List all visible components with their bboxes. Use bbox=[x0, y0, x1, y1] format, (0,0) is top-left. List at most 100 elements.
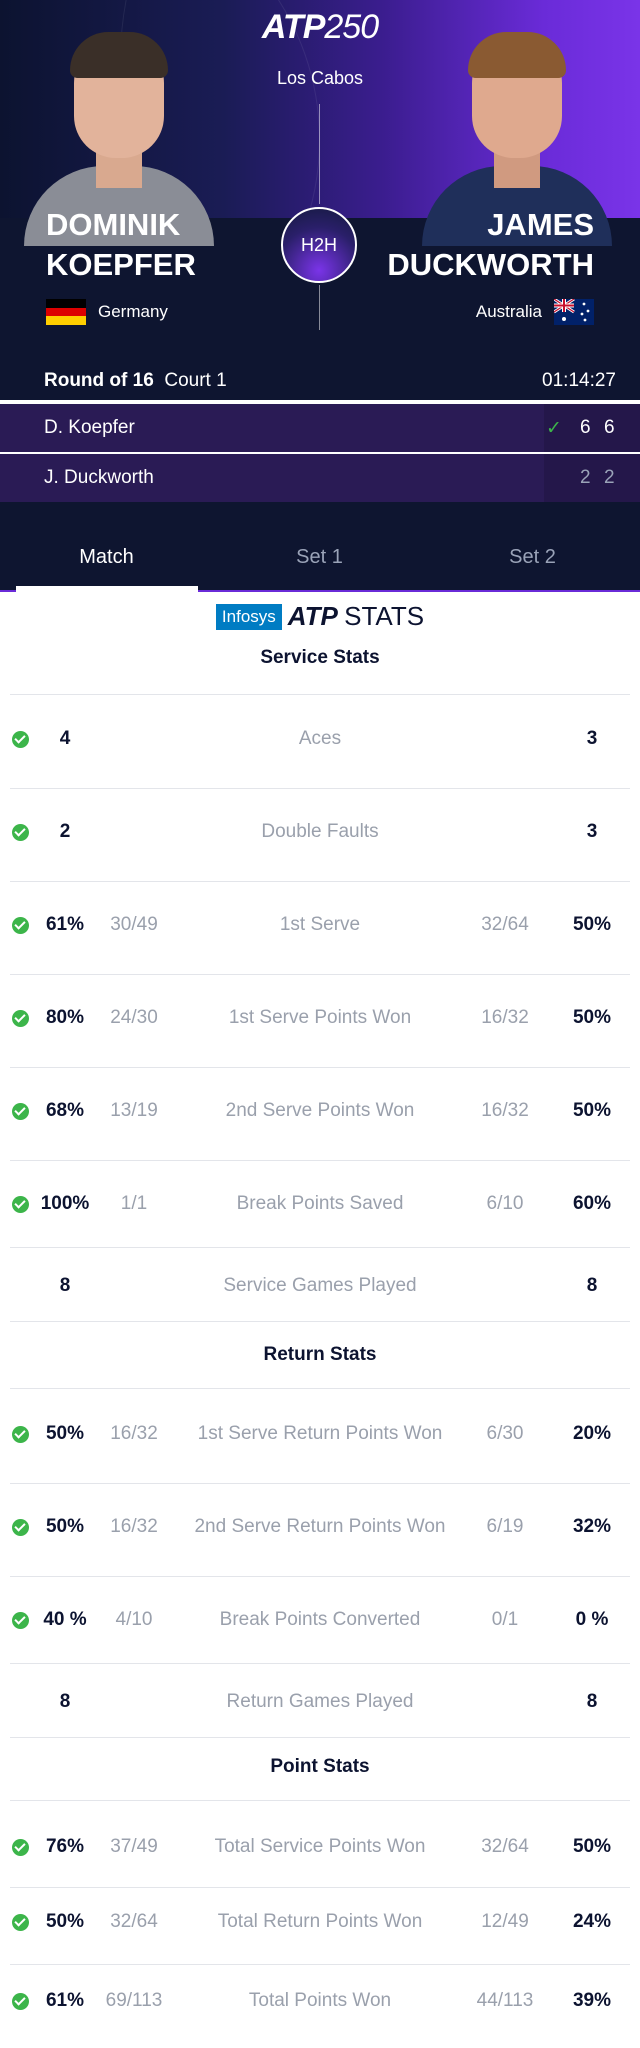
stat-label: Aces bbox=[298, 728, 342, 749]
australia-flag-icon bbox=[553, 297, 594, 325]
player1-stat-fraction: 1/1 bbox=[120, 1193, 148, 1214]
player2-first-name[interactable]: JAMES bbox=[487, 205, 594, 245]
stat-row: 61% 69/113 Total Points Won 44/113 39% bbox=[0, 1988, 640, 2018]
match-header: ATP250 Los Cabos H2H DOMINIK KOEPFER JAM… bbox=[0, 0, 640, 400]
active-tab-indicator bbox=[16, 586, 198, 592]
row-divider bbox=[10, 1964, 630, 1965]
tab-set-2[interactable]: Set 2 bbox=[426, 546, 639, 569]
player1-last-name[interactable]: KOEPFER bbox=[46, 245, 196, 285]
player2-stat-value: 3 bbox=[586, 821, 598, 842]
tabs-spacer bbox=[0, 502, 640, 528]
match-tabs: Match Set 1 Set 2 bbox=[0, 528, 640, 592]
stat-label: 1st Serve bbox=[279, 914, 361, 935]
player2-stat-value: 0 % bbox=[575, 1609, 609, 1630]
player2-stat-value: 60% bbox=[572, 1193, 612, 1214]
player2-stat-fraction: 6/10 bbox=[486, 1193, 524, 1214]
leader-check-icon bbox=[12, 1196, 29, 1213]
stat-row: 8 Service Games Played 8 bbox=[0, 1273, 640, 1303]
player1-stat-fraction: 69/113 bbox=[105, 1990, 163, 2011]
h2h-button[interactable]: H2H bbox=[281, 207, 357, 283]
stat-row: 8 Return Games Played 8 bbox=[0, 1689, 640, 1719]
stat-label: Total Return Points Won bbox=[217, 1911, 423, 1932]
stat-row: 40 % 4/10 Break Points Converted 0/1 0 % bbox=[0, 1607, 640, 1637]
score-cells bbox=[544, 454, 640, 502]
player2-stat-fraction: 44/113 bbox=[476, 1990, 534, 2011]
row-divider bbox=[10, 1887, 630, 1888]
row-divider bbox=[10, 694, 630, 695]
leader-check-icon bbox=[12, 1519, 29, 1536]
row-divider bbox=[10, 974, 630, 975]
player1-stat-fraction: 4/10 bbox=[115, 1609, 153, 1630]
row-divider bbox=[10, 1800, 630, 1801]
row-divider bbox=[10, 788, 630, 789]
player1-stat-fraction: 32/64 bbox=[110, 1911, 158, 1932]
player2-set2-score: 2 bbox=[604, 467, 615, 488]
center-divider bbox=[319, 104, 320, 204]
leader-check-icon bbox=[12, 1839, 29, 1856]
score-row-player1[interactable]: D. Koepfer ✓ 6 6 bbox=[0, 404, 640, 452]
center-divider bbox=[319, 285, 320, 330]
player1-stat-value: 76% bbox=[45, 1836, 85, 1857]
tab-match[interactable]: Match bbox=[0, 546, 213, 569]
leader-check-icon bbox=[12, 1010, 29, 1027]
leader-check-icon bbox=[12, 1612, 29, 1629]
row-divider bbox=[10, 1483, 630, 1484]
match-round: Round of 16 Court 1 bbox=[44, 370, 227, 391]
player1-stat-fraction: 24/30 bbox=[110, 1007, 158, 1028]
player1-stat-value: 4 bbox=[59, 728, 71, 749]
section-title-service: Service Stats bbox=[260, 647, 380, 668]
stat-row: 100% 1/1 Break Points Saved 6/10 60% bbox=[0, 1191, 640, 1221]
player1-stat-value: 80% bbox=[45, 1007, 85, 1028]
player2-stat-fraction: 16/32 bbox=[481, 1100, 529, 1121]
player1-stat-fraction: 37/49 bbox=[110, 1836, 158, 1857]
row-divider bbox=[10, 1737, 630, 1738]
row-divider bbox=[10, 1663, 630, 1664]
player2-set1-score: 2 bbox=[580, 467, 591, 488]
infosys-atp-stats-logo: Infosys ATP STATS bbox=[0, 601, 640, 631]
leader-check-icon bbox=[12, 917, 29, 934]
row-divider bbox=[10, 1321, 630, 1322]
player2-stat-fraction: 16/32 bbox=[481, 1007, 529, 1028]
leader-check-icon bbox=[12, 731, 29, 748]
stat-label: Break Points Saved bbox=[236, 1193, 404, 1214]
player2-last-name[interactable]: DUCKWORTH bbox=[387, 245, 594, 285]
player2-stat-value: 24% bbox=[572, 1911, 612, 1932]
match-duration: 01:14:27 bbox=[542, 370, 616, 391]
stat-row: 80% 24/30 1st Serve Points Won 16/32 50% bbox=[0, 1005, 640, 1035]
player1-stat-value: 8 bbox=[59, 1691, 71, 1712]
player1-stat-value: 68% bbox=[45, 1100, 85, 1121]
row-divider bbox=[10, 1247, 630, 1248]
match-court: Court 1 bbox=[164, 370, 227, 391]
player2-stat-fraction: 6/30 bbox=[486, 1423, 524, 1444]
stat-label: 1st Serve Points Won bbox=[228, 1007, 412, 1028]
row-divider bbox=[10, 881, 630, 882]
stat-row: 4 Aces 3 bbox=[0, 726, 640, 756]
leader-check-icon bbox=[12, 1993, 29, 2010]
player1-first-name[interactable]: DOMINIK bbox=[46, 205, 180, 245]
stat-label: 2nd Serve Points Won bbox=[225, 1100, 415, 1121]
stat-row: 76% 37/49 Total Service Points Won 32/64 50% bbox=[0, 1834, 640, 1864]
tab-set-1[interactable]: Set 1 bbox=[213, 546, 426, 569]
stat-label: Service Games Played bbox=[223, 1275, 417, 1296]
score-row-player2[interactable]: J. Duckworth 2 2 bbox=[0, 454, 640, 502]
stat-row: 61% 30/49 1st Serve 32/64 50% bbox=[0, 912, 640, 942]
stat-label: Break Points Converted bbox=[219, 1609, 421, 1630]
player2-short-name: J. Duckworth bbox=[44, 467, 154, 488]
player1-stat-value: 2 bbox=[59, 821, 71, 842]
player2-stat-value: 32% bbox=[572, 1516, 612, 1537]
row-divider bbox=[10, 1160, 630, 1161]
player2-stat-value: 50% bbox=[572, 1007, 612, 1028]
player2-stat-value: 20% bbox=[572, 1423, 612, 1444]
player1-stat-value: 61% bbox=[45, 914, 85, 935]
player2-stat-fraction: 0/1 bbox=[491, 1609, 519, 1630]
player1-stat-value: 100% bbox=[40, 1193, 90, 1214]
winner-check-icon: ✓ bbox=[546, 418, 562, 439]
germany-flag-icon bbox=[46, 299, 86, 325]
row-divider bbox=[10, 1388, 630, 1389]
stat-label: Total Points Won bbox=[248, 1990, 392, 2011]
player2-stat-fraction: 6/19 bbox=[486, 1516, 524, 1537]
section-title-point: Point Stats bbox=[270, 1756, 370, 1777]
player1-set2-score: 6 bbox=[604, 417, 615, 438]
stat-row: 2 Double Faults 3 bbox=[0, 819, 640, 849]
player1-stat-fraction: 16/32 bbox=[110, 1516, 158, 1537]
